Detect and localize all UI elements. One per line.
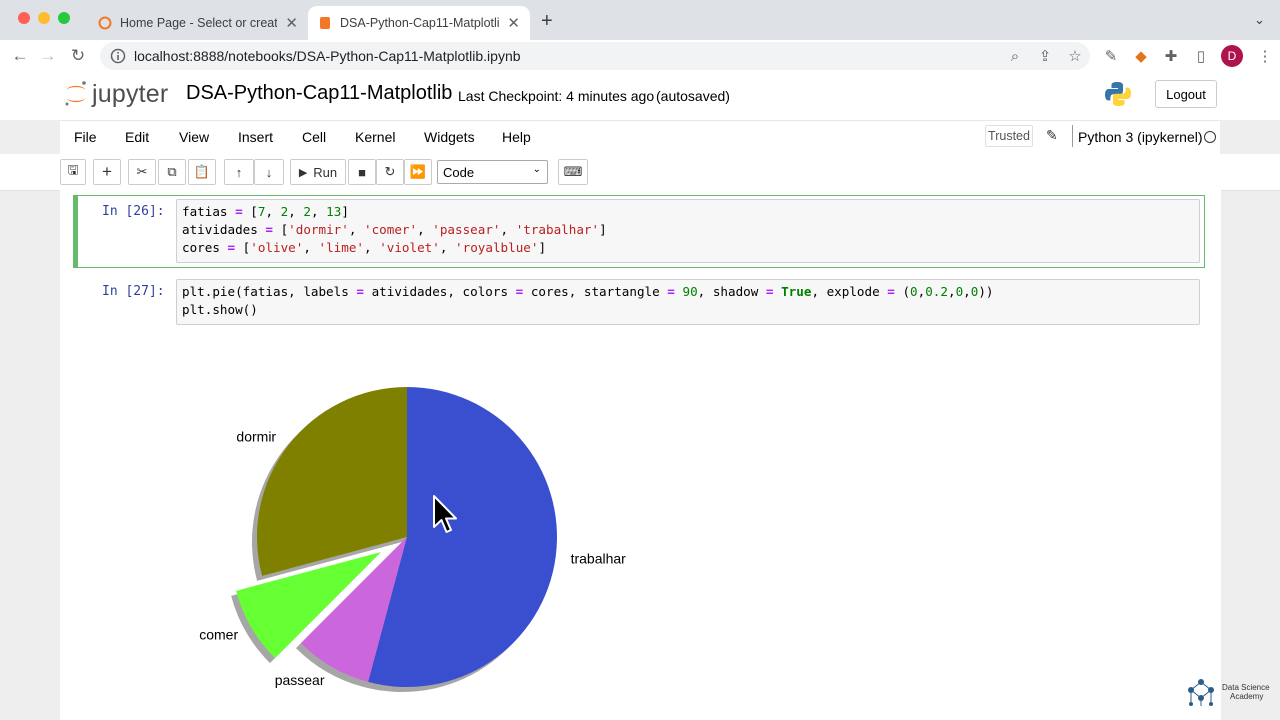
pie-slice-dormir xyxy=(257,387,407,576)
cut-button[interactable]: ✂ xyxy=(128,159,156,185)
watermark-text: Data Science Academy xyxy=(1222,683,1270,701)
browser-menu-icon[interactable]: ⋮ xyxy=(1254,40,1276,72)
window-close-button[interactable] xyxy=(18,12,30,24)
profile-avatar[interactable]: D xyxy=(1221,45,1243,67)
fast-forward-icon: ⏩ xyxy=(409,164,427,179)
pie-label-dormir: dormir xyxy=(236,429,276,445)
extensions-puzzle-icon[interactable]: ✚ xyxy=(1160,40,1182,72)
window-minimize-button[interactable] xyxy=(38,12,50,24)
copy-button[interactable]: ⧉ xyxy=(158,159,186,185)
menu-kernel[interactable]: Kernel xyxy=(355,129,395,145)
arrow-down-icon: ↓ xyxy=(265,164,273,180)
bookmark-star-icon[interactable]: ☆ xyxy=(1064,40,1086,72)
kernel-name: Python 3 (ipykernel) xyxy=(1078,129,1203,145)
checkpoint-status: Last Checkpoint: 4 minutes ago xyxy=(458,88,655,104)
forward-icon[interactable]: → xyxy=(36,40,60,72)
save-button[interactable]: 🖫 xyxy=(60,159,86,185)
notebook-favicon-icon xyxy=(320,17,330,29)
move-down-button[interactable]: ↓ xyxy=(254,159,284,185)
browser-tab-home[interactable]: Home Page - Select or create a ✕ xyxy=(88,6,308,40)
code-line-1: fatias = [7, 2, 2, 13] xyxy=(182,204,349,219)
pie-label-passear: passear xyxy=(275,672,325,688)
zoom-icon[interactable]: ⌕ xyxy=(1004,40,1026,72)
new-tab-icon[interactable]: + xyxy=(541,10,553,33)
code-input-area[interactable]: fatias = [7, 2, 2, 13] atividades = ['do… xyxy=(176,199,1200,263)
watermark-line-1: Data Science xyxy=(1222,683,1270,692)
tab-search-chevron-icon[interactable]: ⌄ xyxy=(1254,12,1265,28)
scissors-icon: ✂ xyxy=(136,164,148,179)
autosave-status: (autosaved) xyxy=(656,88,730,104)
run-label: Run xyxy=(313,164,338,180)
paste-button[interactable]: 📋 xyxy=(188,159,216,185)
stop-icon: ■ xyxy=(358,164,366,180)
back-icon[interactable]: ← xyxy=(8,40,32,72)
jupyter-logo-icon[interactable] xyxy=(62,78,90,108)
keyboard-icon: ⌨ xyxy=(563,164,583,179)
plus-icon: + xyxy=(102,162,112,181)
command-palette-button[interactable]: ⌨ xyxy=(558,159,588,185)
url-text: localhost:8888/notebooks/DSA-Python-Cap1… xyxy=(134,48,521,64)
jupyter-favicon-icon xyxy=(98,16,112,30)
code-line-2: plt.show() xyxy=(182,302,258,317)
interrupt-button[interactable]: ■ xyxy=(348,159,376,185)
address-bar[interactable]: localhost:8888/notebooks/DSA-Python-Cap1… xyxy=(100,42,1090,70)
reload-icon[interactable]: ↻ xyxy=(66,40,90,72)
sidebar-panel-icon[interactable]: ▯ xyxy=(1190,40,1212,72)
cell-prompt: In [26]: xyxy=(102,204,165,219)
code-line-1: plt.pie(fatias, labels = atividades, col… xyxy=(182,284,994,299)
window-maximize-button[interactable] xyxy=(58,12,70,24)
tab-title: Home Page - Select or create a xyxy=(120,16,278,30)
watermark-line-2: Academy xyxy=(1230,692,1264,701)
browser-tab-notebook[interactable]: DSA-Python-Cap11-Matplotlib ✕ xyxy=(308,6,530,40)
browser-toolbar: ← → ↻ localhost:8888/notebooks/DSA-Pytho… xyxy=(0,40,1280,73)
share-icon[interactable]: ⇪ xyxy=(1034,40,1056,72)
menu-cell[interactable]: Cell xyxy=(302,129,326,145)
menu-edit[interactable]: Edit xyxy=(125,129,149,145)
data-science-academy-logo-icon xyxy=(1188,679,1214,706)
save-icon: 🖫 xyxy=(67,162,79,177)
extension-feather-icon[interactable]: ✎ xyxy=(1100,40,1122,72)
jupyter-logo-text[interactable]: jupyter xyxy=(92,80,168,109)
copy-icon: ⧉ xyxy=(167,164,177,179)
pie-label-trabalhar: trabalhar xyxy=(571,551,627,567)
code-line-3: cores = ['olive', 'lime', 'violet', 'roy… xyxy=(182,240,547,255)
info-icon[interactable] xyxy=(110,48,126,64)
menu-insert[interactable]: Insert xyxy=(238,129,273,145)
logout-button[interactable]: Logout xyxy=(1155,80,1217,108)
arrow-up-icon: ↑ xyxy=(235,164,243,180)
chevron-down-icon: ⌄ xyxy=(532,164,541,175)
move-up-button[interactable]: ↑ xyxy=(224,159,254,185)
kernel-divider xyxy=(1072,125,1073,147)
cell-type-value: Code xyxy=(443,164,475,180)
kernel-idle-indicator-icon xyxy=(1204,131,1216,143)
cell-type-select[interactable]: Code ⌄ xyxy=(437,160,548,184)
run-button[interactable]: ▶ Run xyxy=(290,159,346,185)
mouse-cursor-icon xyxy=(433,495,457,533)
tab-close-icon[interactable]: ✕ xyxy=(507,14,520,32)
insert-cell-button[interactable]: + xyxy=(93,159,121,185)
restart-icon: ↻ xyxy=(384,164,396,179)
python-logo-icon xyxy=(1105,82,1131,106)
code-input-area[interactable]: plt.pie(fatias, labels = atividades, col… xyxy=(176,279,1200,325)
tab-title: DSA-Python-Cap11-Matplotlib xyxy=(340,16,500,30)
menu-widgets[interactable]: Widgets xyxy=(424,129,475,145)
metamask-fox-icon[interactable]: ◆ xyxy=(1130,40,1152,72)
edit-pencil-icon[interactable]: ✎ xyxy=(1046,127,1058,144)
tab-close-icon[interactable]: ✕ xyxy=(285,14,298,32)
notebook-name[interactable]: DSA-Python-Cap11-Matplotlib xyxy=(186,82,452,105)
pie-chart-output: dormir comer passear trabalhar xyxy=(199,387,627,692)
menu-view[interactable]: View xyxy=(179,129,209,145)
cell-prompt: In [27]: xyxy=(102,284,165,299)
trusted-badge[interactable]: Trusted xyxy=(985,125,1033,147)
code-line-2: atividades = ['dormir', 'comer', 'passea… xyxy=(182,222,607,237)
restart-run-all-button[interactable]: ⏩ xyxy=(404,159,432,185)
restart-button[interactable]: ↻ xyxy=(376,159,404,185)
paste-icon: 📋 xyxy=(193,164,211,179)
pie-label-comer: comer xyxy=(199,627,238,643)
play-icon: ▶ xyxy=(298,166,308,179)
menu-help[interactable]: Help xyxy=(502,129,531,145)
menu-file[interactable]: File xyxy=(74,129,97,145)
